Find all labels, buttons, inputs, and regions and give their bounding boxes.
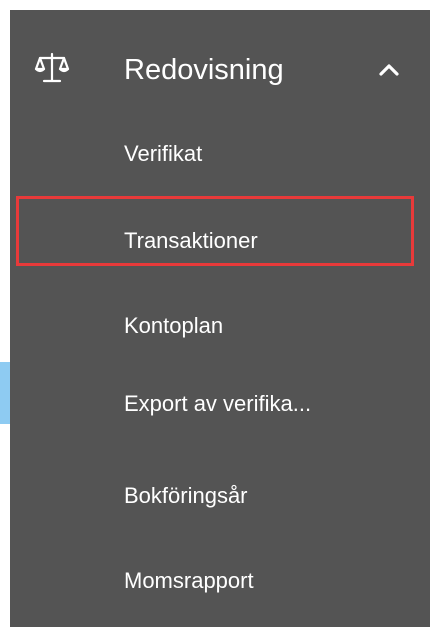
menu-item-label: Bokföringsår <box>124 483 248 508</box>
menu-item-label: Transaktioner <box>124 228 258 253</box>
menu-item-verifikat[interactable]: Verifikat <box>10 108 430 200</box>
active-item-indicator <box>0 362 10 424</box>
menu-item-momsrapport[interactable]: Momsrapport <box>10 535 430 627</box>
sidebar-panel: Redovisning Verifikat Transaktioner Kont… <box>10 10 430 627</box>
scales-icon <box>34 52 70 83</box>
chevron-up-icon[interactable] <box>376 57 402 83</box>
menu-item-transaktioner[interactable]: Transaktioner <box>10 195 430 287</box>
section-title: Redovisning <box>124 54 284 86</box>
menu-item-export-av-verifikat[interactable]: Export av verifika... <box>10 358 430 450</box>
menu-item-label: Momsrapport <box>124 568 254 593</box>
menu-item-label: Export av verifika... <box>124 391 312 416</box>
section-header-redovisning[interactable]: Redovisning <box>10 30 430 110</box>
menu-item-label: Verifikat <box>124 141 203 166</box>
menu-item-bokforingsar[interactable]: Bokföringsår <box>10 450 430 542</box>
